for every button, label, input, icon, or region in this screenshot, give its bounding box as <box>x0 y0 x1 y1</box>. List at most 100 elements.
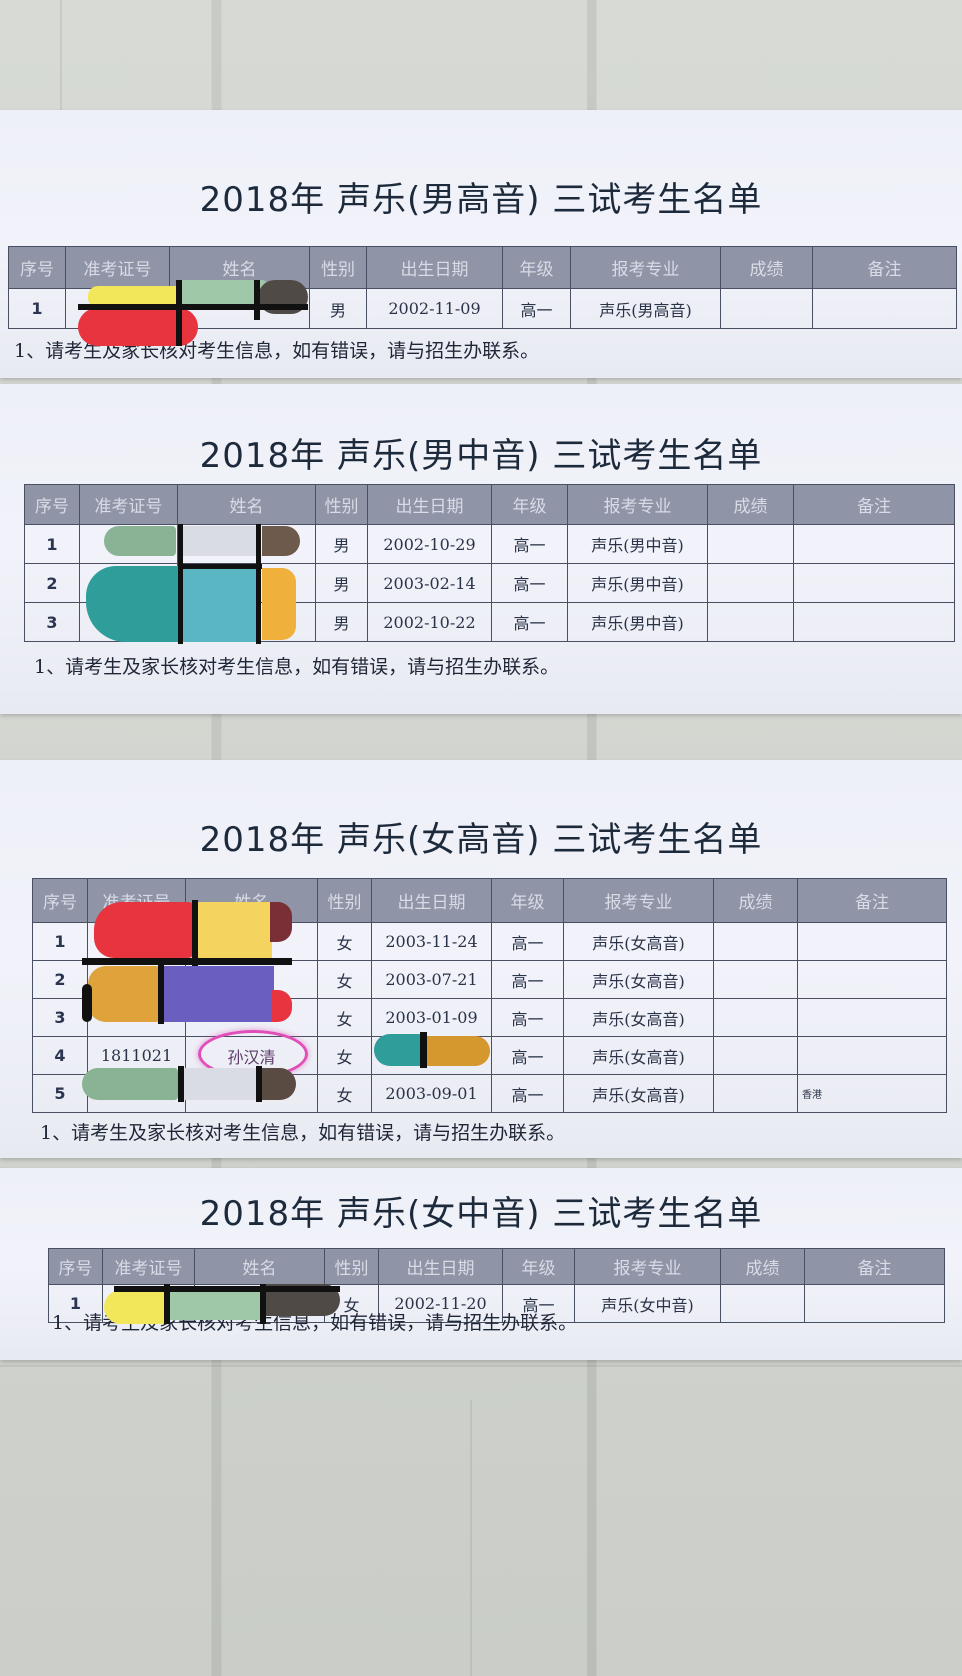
sheet-title: 2018年 声乐(女中音) 三试考生名单 <box>199 1194 763 1234</box>
redaction-bar <box>182 526 260 556</box>
cell-remark <box>812 288 957 329</box>
redaction-bar <box>82 958 292 965</box>
cell-remark <box>804 1284 945 1323</box>
roster-sheet-1: 2018年 声乐(男高音) 三试考生名单 序号 准考证号 姓名 性别 出生日期 … <box>0 110 962 378</box>
redaction-bar <box>272 990 292 1022</box>
cell-seq: 3 <box>24 602 80 642</box>
redaction-bar <box>254 280 260 320</box>
redaction-bar <box>88 966 160 1022</box>
redaction-bar <box>114 1286 340 1292</box>
cell-gender: 女 <box>317 1036 372 1075</box>
redaction-bar <box>262 568 296 640</box>
cell-score <box>713 1036 798 1075</box>
cell-score <box>707 602 794 642</box>
roster-sheet-3: 2018年 声乐(女高音) 三试考生名单 序号 准考证号 姓名 性别 出生日期 … <box>0 760 962 1158</box>
col-header: 报考专业 <box>574 1248 721 1285</box>
redaction-overlay <box>82 1066 296 1102</box>
cell-grade: 高一 <box>491 922 564 961</box>
col-header: 性别 <box>317 878 372 923</box>
cell-seq: 2 <box>32 960 88 999</box>
cell-score <box>720 1284 805 1323</box>
cell-gender: 男 <box>315 602 368 642</box>
col-header: 年级 <box>491 878 564 923</box>
cell-gender: 女 <box>317 960 372 999</box>
redaction-bar <box>104 1290 168 1324</box>
redaction-bar <box>178 564 262 569</box>
cell-score <box>713 960 798 999</box>
redaction-bar <box>256 524 261 644</box>
col-header: 出生日期 <box>366 246 503 289</box>
cell-seq: 1 <box>8 288 66 329</box>
redaction-bar <box>164 966 274 1022</box>
cell-remark <box>797 922 947 961</box>
redaction-bar <box>94 902 194 958</box>
col-header: 成绩 <box>713 878 798 923</box>
cell-grade: 高一 <box>491 602 568 642</box>
cell-dob: 2003-07-21 <box>371 960 492 999</box>
cell-gender: 男 <box>315 563 368 603</box>
redaction-bar <box>78 304 308 310</box>
cell-major: 声乐(女高音) <box>563 960 714 999</box>
cell-major: 声乐(男高音) <box>570 288 721 329</box>
cell-score <box>713 998 798 1037</box>
sheet-title: 2018年 声乐(男高音) 三试考生名单 <box>199 180 763 220</box>
redaction-bar <box>86 566 186 642</box>
col-header: 成绩 <box>720 1248 805 1285</box>
col-header: 报考专业 <box>570 246 721 289</box>
cell-remark <box>793 563 955 603</box>
cell-major: 声乐(女中音) <box>574 1284 721 1323</box>
wall-seam <box>0 1365 962 1367</box>
cell-major: 声乐(男中音) <box>567 563 708 603</box>
redaction-bar <box>176 280 182 346</box>
col-header: 备注 <box>797 878 947 923</box>
cell-dob: 2002-11-09 <box>366 288 503 329</box>
cell-seq: 2 <box>24 563 80 603</box>
cell-remark: 香港 <box>797 1074 947 1113</box>
redaction-bar <box>262 1068 296 1100</box>
col-header: 性别 <box>315 484 368 525</box>
col-header: 姓名 <box>177 484 316 525</box>
cell-grade: 高一 <box>491 1036 564 1075</box>
col-header: 成绩 <box>707 484 794 525</box>
col-header: 成绩 <box>720 246 813 289</box>
col-header: 性别 <box>309 246 367 289</box>
redaction-bar <box>158 962 164 1024</box>
wall-seam <box>60 0 62 110</box>
redaction-bar <box>420 1032 427 1068</box>
redaction-bar <box>82 1068 178 1100</box>
cell-major: 声乐(女高音) <box>563 998 714 1037</box>
col-header: 报考专业 <box>563 878 714 923</box>
cell-remark <box>797 998 947 1037</box>
redaction-bar <box>262 526 300 556</box>
cell-score <box>720 288 813 329</box>
cell-major: 声乐(男中音) <box>567 524 708 564</box>
col-header: 序号 <box>24 484 80 525</box>
col-header: 性别 <box>324 1248 379 1285</box>
col-header: 报考专业 <box>567 484 708 525</box>
cell-gender: 女 <box>317 922 372 961</box>
cell-dob: 2003-02-14 <box>367 563 492 603</box>
col-header: 序号 <box>48 1248 103 1285</box>
cell-remark <box>797 960 947 999</box>
cell-gender: 女 <box>317 1074 372 1113</box>
cell-major: 声乐(男中音) <box>567 602 708 642</box>
redaction-bar <box>256 1066 262 1102</box>
col-header: 出生日期 <box>367 484 492 525</box>
cell-major: 声乐(女高音) <box>563 1074 714 1113</box>
cell-seq: 4 <box>32 1036 88 1075</box>
cell-dob: 2003-01-09 <box>371 998 492 1037</box>
cell-gender: 男 <box>315 524 368 564</box>
footnote: 1、请考生及家长核对考生信息，如有错误，请与招生办联系。 <box>40 1122 566 1144</box>
cell-remark <box>793 524 955 564</box>
wall-seam <box>470 1400 472 1676</box>
col-header: 备注 <box>804 1248 945 1285</box>
redaction-bar <box>178 524 183 644</box>
cell-grade: 高一 <box>491 524 568 564</box>
col-header: 年级 <box>502 246 571 289</box>
cell-grade: 高一 <box>491 1074 564 1113</box>
redaction-bar <box>178 1066 184 1102</box>
redaction-bar <box>164 1284 170 1324</box>
col-header: 准考证号 <box>102 1248 195 1285</box>
cell-remark <box>793 602 955 642</box>
cell-score <box>713 1074 798 1113</box>
